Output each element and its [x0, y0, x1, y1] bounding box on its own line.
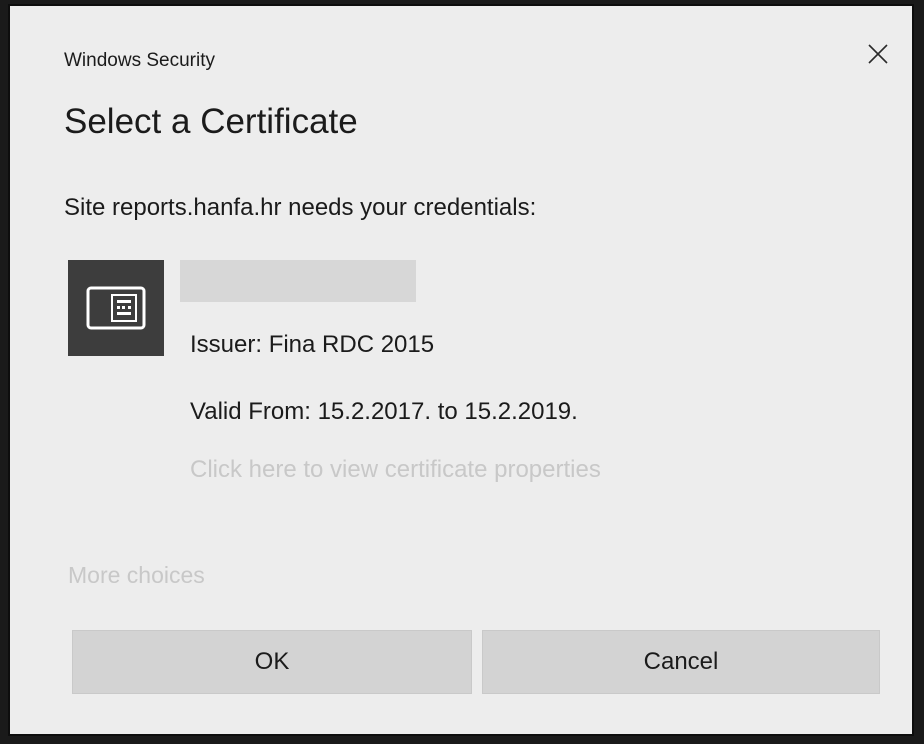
dialog-heading: Select a Certificate: [64, 102, 358, 141]
app-title: Windows Security: [64, 50, 215, 71]
windows-security-dialog: Windows Security Select a Certificate Si…: [8, 4, 914, 736]
credentials-prompt: Site reports.hanfa.hr needs your credent…: [64, 194, 537, 221]
certificate-tile[interactable]: [68, 260, 164, 356]
cancel-button-label: Cancel: [643, 648, 719, 675]
certificate-issuer: Issuer: Fina RDC 2015: [190, 331, 435, 358]
cancel-button[interactable]: Cancel: [482, 630, 880, 694]
certificate-icon: [86, 286, 146, 330]
more-choices-link[interactable]: More choices: [68, 562, 205, 589]
close-button[interactable]: [862, 38, 894, 70]
ok-button-label: OK: [254, 648, 290, 675]
certificate-validity: Valid From: 15.2.2017. to 15.2.2019.: [190, 398, 578, 425]
certificate-name-redacted[interactable]: [180, 260, 416, 302]
close-icon: [868, 44, 888, 64]
ok-button[interactable]: OK: [72, 630, 472, 694]
view-certificate-properties-link[interactable]: Click here to view certificate propertie…: [190, 456, 601, 484]
